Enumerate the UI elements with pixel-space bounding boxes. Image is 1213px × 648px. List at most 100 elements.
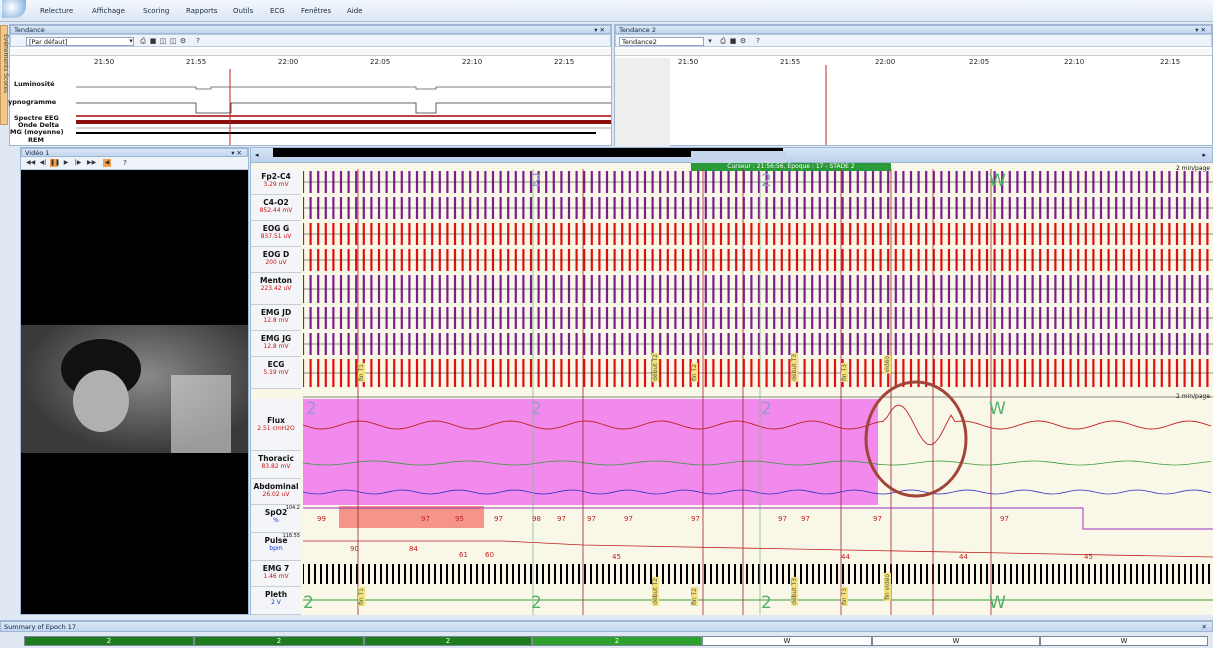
play-icon[interactable]: ▶ <box>62 159 70 167</box>
menu-aide[interactable]: Aide <box>347 7 362 15</box>
channel-label[interactable]: Flux 2.51 cmH2O <box>251 399 301 451</box>
chevron-left-icon[interactable]: ◂ <box>255 151 259 159</box>
rewind-fast-icon[interactable]: ◀◀ <box>26 159 35 167</box>
video-panel: Vidéo 1 ▾ ✕ ◀◀ ◀| ❚❚ ▶ |▶ ▶▶ ◀ ? <box>20 147 249 615</box>
time-tick: 22:05 <box>370 58 391 66</box>
epoch-cell[interactable]: W <box>702 636 872 646</box>
stage-label: 2 <box>531 171 542 191</box>
event-marker[interactable]: début T2 <box>652 353 659 382</box>
pulse-value: 44 <box>959 553 968 561</box>
trend2-scrollbar[interactable] <box>615 49 1212 56</box>
event-marker[interactable]: fin T3 <box>841 587 848 606</box>
settings-icon[interactable]: ⚙ <box>739 37 747 45</box>
volume-icon[interactable]: ◀ <box>103 159 111 167</box>
signal-traces <box>303 169 1213 615</box>
close-icon[interactable]: ▾ ✕ <box>594 26 605 34</box>
event-marker[interactable]: vidéo <box>884 355 891 374</box>
menu-relecture[interactable]: Relecture <box>40 7 73 15</box>
trend2-plot <box>825 65 827 145</box>
video-panel-title: Vidéo 1 <box>25 149 50 157</box>
chevron-down-icon[interactable]: ▾ <box>706 37 714 45</box>
channel-label[interactable]: EOG G 837.51 uV <box>251 221 301 247</box>
chevron-right-icon[interactable]: ▸ <box>1202 151 1206 159</box>
trend-panel-2-header: Tendance 2 ▾ ✕ <box>615 25 1212 34</box>
trend-row-label: ypnogramme <box>8 98 57 106</box>
print-icon[interactable]: ⎙ <box>139 37 147 45</box>
event-marker[interactable]: début T3 <box>791 353 798 382</box>
epoch-cell[interactable]: W <box>1040 636 1208 646</box>
spo2-value: 97 <box>557 515 566 523</box>
trend-panel-2-toolbar: Tendance2 ▾ ⎙ ■ ⚙ ? <box>615 34 1212 47</box>
menu-rapports[interactable]: Rapports <box>186 7 217 15</box>
stage-label: 2 <box>761 399 772 419</box>
event-marker[interactable]: fin T1 <box>358 363 365 382</box>
close-icon[interactable]: ▾ ✕ <box>231 149 242 157</box>
channel-label[interactable]: Thoracic 83.82 mV <box>251 451 301 479</box>
channel-label[interactable]: Pulse bpm 118.55 <box>251 533 301 561</box>
event-marker[interactable]: fin T1 <box>358 587 365 606</box>
side-tab-label: Evénements Scores <box>2 34 9 94</box>
menu-outils[interactable]: Outils <box>233 7 253 15</box>
step-back-icon[interactable]: ◀| <box>39 159 47 167</box>
spo2-value: 97 <box>691 515 700 523</box>
trend-scrollbar[interactable] <box>10 49 611 56</box>
close-icon[interactable]: ▾ ✕ <box>1195 26 1206 34</box>
event-marker[interactable]: début T3 <box>791 577 798 606</box>
trend-panel-1-header: Tendance ▾ ✕ <box>10 25 611 34</box>
channel-label[interactable]: EOG D 200 uV <box>251 247 301 273</box>
menu-affichage[interactable]: Affichage <box>92 7 125 15</box>
menu-ecg[interactable]: ECG <box>270 7 285 15</box>
channel-label[interactable]: EMG JD 12.8 mV <box>251 305 301 331</box>
step-forward-icon[interactable]: |▶ <box>74 159 82 167</box>
event-marker[interactable]: fin T2 <box>691 587 698 606</box>
epoch-cell[interactable]: 2 <box>24 636 194 646</box>
help-icon[interactable]: ? <box>194 37 202 45</box>
channel-label[interactable]: EMG JG 12.8 mV <box>251 331 301 357</box>
spo2-value: 97 <box>778 515 787 523</box>
time-tick: 22:10 <box>462 58 483 66</box>
stage-label: W <box>989 171 1006 191</box>
print-icon[interactable]: ⎙ <box>719 37 727 45</box>
channel-label[interactable]: ECG 5.19 mV <box>251 357 301 389</box>
event-marker[interactable]: fin T2 <box>691 363 698 382</box>
menu-fenetres[interactable]: Fenêtres <box>301 7 331 15</box>
side-tab-events[interactable]: Evénements Scores <box>0 25 9 125</box>
pulse-trace <box>303 540 1213 558</box>
menu-scoring[interactable]: Scoring <box>143 7 169 15</box>
pause-icon[interactable]: ❚❚ <box>50 159 60 167</box>
save-icon[interactable]: ■ <box>729 37 737 45</box>
recording-tabs: ◂ ▸ <box>250 147 1213 163</box>
trend2-profile-select[interactable]: Tendance2 <box>619 37 704 46</box>
channel-label[interactable]: Pleth 2 V <box>251 587 301 615</box>
tab-recording[interactable] <box>691 151 786 163</box>
help-icon[interactable]: ? <box>121 159 129 167</box>
event-marker[interactable]: début T2 <box>652 577 659 606</box>
channel-label[interactable]: Menton 223.42 uV <box>251 273 301 305</box>
channel-label[interactable]: SpO2% 104.2 <box>251 505 301 533</box>
pulse-value: 90 <box>350 545 359 553</box>
epoch-cell[interactable]: 2 <box>194 636 364 646</box>
channel-label[interactable]: C4-O2 852.44 mV <box>251 195 301 221</box>
folder-icon[interactable]: ◫ <box>169 37 177 45</box>
trend-profile-select[interactable]: [Par défaut] <box>26 37 134 46</box>
app-menu-button[interactable] <box>2 0 26 18</box>
chevron-down-icon[interactable]: ▾ <box>127 37 135 45</box>
save-icon[interactable]: ■ <box>149 37 157 45</box>
event-marker[interactable]: fin T3 <box>841 363 848 382</box>
pulse-value: 84 <box>409 545 418 553</box>
settings-icon[interactable]: ⚙ <box>179 37 187 45</box>
channel-label[interactable]: Fp2-C4 3.29 mV <box>251 169 301 195</box>
trend2-label-area <box>615 58 670 146</box>
event-marker[interactable]: fin vidéo <box>884 573 891 601</box>
epoch-cell[interactable]: 2 <box>532 636 702 646</box>
help-icon[interactable]: ? <box>754 37 762 45</box>
close-icon[interactable]: ✕ <box>1202 622 1207 632</box>
channel-label[interactable]: EMG 7 1.46 mV <box>251 561 301 587</box>
channel-label[interactable]: Abdominal 26.02 uV <box>251 479 301 505</box>
time-tick: 22:15 <box>554 58 575 66</box>
epoch-cell[interactable]: W <box>872 636 1040 646</box>
forward-fast-icon[interactable]: ▶▶ <box>87 159 96 167</box>
pulse-value: 45 <box>1084 553 1093 561</box>
open-icon[interactable]: ◫ <box>159 37 167 45</box>
epoch-cell[interactable]: 2 <box>364 636 532 646</box>
